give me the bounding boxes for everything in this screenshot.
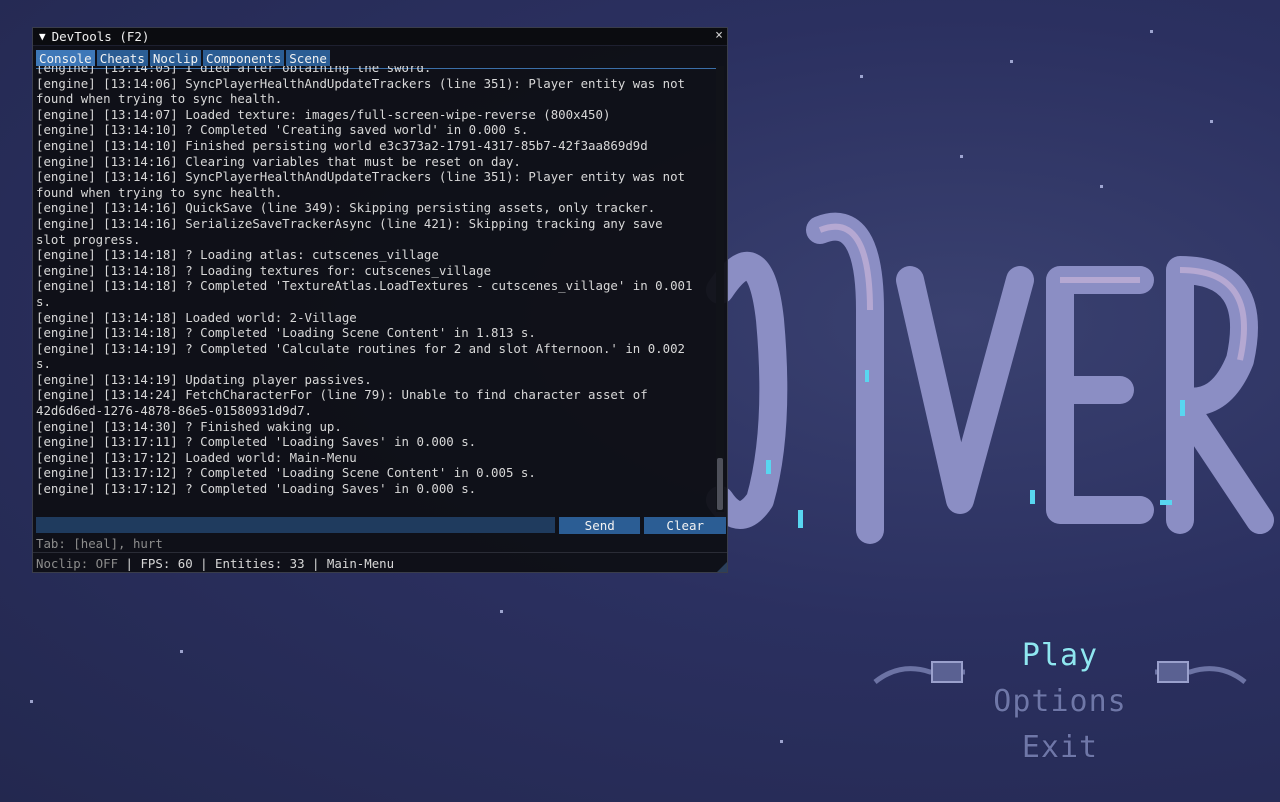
console-line: [engine] [13:14:19] Updating player pass… [36, 371, 372, 387]
console-scrollbar[interactable] [716, 66, 724, 512]
status-details: | FPS: 60 | Entities: 33 | Main-Menu [118, 556, 395, 571]
console-line: [engine] [13:14:16] Clearing variables t… [36, 153, 521, 169]
console-line: [engine] [13:17:12] ? Completed 'Loading… [36, 465, 536, 481]
console-line: [engine] [13:14:30] ? Finished waking up… [36, 418, 342, 434]
devtools-titlebar[interactable]: ▼ DevTools (F2) × [33, 28, 727, 46]
menu-exit[interactable]: Exit [880, 730, 1240, 765]
game-logo [706, 212, 1274, 544]
console-line: [engine] [13:14:16] SerializeSaveTracker… [36, 215, 663, 231]
window-title: DevTools (F2) [51, 29, 150, 44]
console-line: found when trying to sync health. [36, 184, 283, 200]
tab-cheats[interactable]: Cheats [96, 50, 148, 66]
console-line: slot progress. [36, 231, 141, 247]
menu-options[interactable]: Options [880, 684, 1240, 719]
console-line: [engine] [13:17:12] ? Completed 'Loading… [36, 481, 477, 497]
console-log[interactable]: [engine] [13:14:05] I died after obtaini… [36, 66, 716, 512]
close-icon[interactable]: × [715, 28, 723, 43]
tab-components[interactable]: Components [203, 50, 285, 66]
console-line: [engine] [13:14:24] FetchCharacterFor (l… [36, 387, 648, 403]
clear-button[interactable]: Clear [644, 516, 726, 534]
console-line: [engine] [13:14:16] QuickSave (line 349)… [36, 200, 656, 216]
devtools-window: ▼ DevTools (F2) × Console Cheats Noclip … [32, 27, 728, 573]
console-line: found when trying to sync health. [36, 91, 283, 107]
status-bar: Noclip: OFF | FPS: 60 | Entities: 33 | M… [33, 552, 727, 573]
send-button[interactable]: Send [558, 516, 641, 534]
collapse-triangle-icon[interactable]: ▼ [39, 30, 46, 43]
tab-bar: Console Cheats Noclip Components Scene [33, 46, 727, 68]
console-line: [engine] [13:14:10] Finished persisting … [36, 137, 648, 153]
console-line: [engine] [13:14:10] ? Completed 'Creatin… [36, 122, 529, 138]
console-line: s. [36, 356, 51, 372]
console-log-lines: [engine] [13:14:05] I died after obtaini… [36, 66, 716, 497]
console-line: s. [36, 293, 51, 309]
tab-console[interactable]: Console [36, 50, 95, 66]
console-line: [engine] [13:14:18] ? Loading atlas: cut… [36, 247, 439, 263]
console-line: 42d6d6ed-1276-4878-86e5-01580931d9d7. [36, 403, 313, 419]
console-line: [engine] [13:14:16] SyncPlayerHealthAndU… [36, 169, 686, 185]
console-line: [engine] [13:14:18] ? Loading textures f… [36, 262, 492, 278]
tab-scene[interactable]: Scene [286, 50, 330, 66]
command-input[interactable] [36, 517, 555, 533]
console-line: [engine] [13:14:19] ? Completed 'Calcula… [36, 340, 686, 356]
console-line: [engine] [13:14:18] ? Completed 'Texture… [36, 278, 693, 294]
console-line: [engine] [13:14:18] Loaded world: 2-Vill… [36, 309, 357, 325]
menu-play[interactable]: Play [880, 638, 1240, 673]
tab-noclip[interactable]: Noclip [149, 50, 201, 66]
console-line: [engine] [13:14:05] I died after obtaini… [36, 66, 432, 75]
autocomplete-hint: Tab: [heal], hurt [36, 536, 163, 551]
noclip-status: Noclip: OFF [36, 556, 119, 571]
console-line: [engine] [13:14:18] ? Completed 'Loading… [36, 325, 536, 341]
console-line: [engine] [13:17:11] ? Completed 'Loading… [36, 434, 477, 450]
console-line: [engine] [13:17:12] Loaded world: Main-M… [36, 449, 357, 465]
console-line: [engine] [13:14:06] SyncPlayerHealthAndU… [36, 75, 686, 91]
resize-grip-icon[interactable] [717, 562, 727, 572]
scrollbar-thumb[interactable] [717, 458, 723, 510]
console-line: [engine] [13:14:07] Loaded texture: imag… [36, 106, 611, 122]
command-row: Send Clear [36, 516, 726, 534]
status-text: Noclip: OFF | FPS: 60 | Entities: 33 | M… [36, 556, 394, 571]
